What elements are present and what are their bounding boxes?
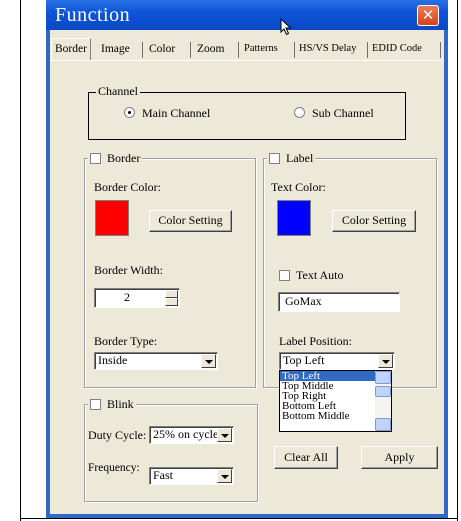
tab-zoom[interactable]: Zoom [197, 40, 224, 59]
duty-cycle-label: Duty Cycle: [88, 428, 147, 442]
border-type-select[interactable]: Inside [94, 352, 218, 370]
page-border-left [20, 0, 21, 521]
main-channel-option[interactable]: Main Channel [124, 106, 210, 120]
tab-separator [238, 42, 239, 58]
border-color-setting-button[interactable]: Color Setting [149, 210, 232, 232]
border-type-value: Inside [98, 353, 128, 367]
label-position-label: Label Position: [279, 334, 352, 348]
tab-underline [50, 60, 444, 61]
sub-channel-option[interactable]: Sub Channel [294, 106, 374, 120]
frequency-value: Fast [153, 468, 174, 482]
page-border-right [457, 0, 458, 521]
text-auto-checkbox[interactable] [279, 270, 290, 281]
border-color-swatch [95, 200, 129, 236]
text-auto-label: Text Auto [296, 268, 344, 282]
page-border-bottom [20, 518, 458, 519]
blink-group [84, 404, 258, 502]
label-checkbox[interactable] [269, 153, 280, 164]
border-color-label: Border Color: [94, 180, 161, 194]
chevron-down-icon[interactable] [378, 354, 393, 368]
dialog-client: Border Image Color Zoom Patterns HS/VS D… [50, 30, 444, 514]
label-position-value: Top Left [283, 353, 325, 367]
duty-cycle-value: 25% on cycle [153, 427, 219, 441]
border-type-label: Border Type: [94, 334, 158, 348]
frequency-select[interactable]: Fast [149, 467, 234, 485]
channel-legend: Channel [96, 84, 140, 98]
text-color-label: Text Color: [271, 180, 326, 194]
duty-cycle-select[interactable]: 25% on cycle [149, 426, 234, 444]
chevron-down-icon[interactable] [217, 469, 232, 483]
blink-legend[interactable]: Blink [88, 397, 136, 411]
tab-edid-code[interactable]: EDID Code [372, 40, 422, 59]
tab-color[interactable]: Color [149, 40, 175, 59]
label-text-value: GoMax [285, 294, 322, 308]
text-color-swatch [277, 200, 311, 236]
tab-border[interactable]: Border [51, 38, 91, 60]
border-checkbox[interactable] [90, 153, 101, 164]
tab-patterns[interactable]: Patterns [244, 40, 278, 59]
apply-button[interactable]: Apply [361, 446, 438, 469]
list-scrollbar[interactable] [375, 371, 391, 431]
label-legend-label: Label [286, 151, 314, 165]
clear-all-button[interactable]: Clear All [274, 446, 338, 469]
sub-channel-label: Sub Channel [312, 106, 374, 120]
sub-channel-radio[interactable] [294, 107, 305, 118]
border-width-value: 2 [124, 290, 130, 304]
tab-separator [440, 42, 441, 58]
chevron-down-icon[interactable] [217, 428, 232, 442]
border-width-label: Border Width: [94, 263, 163, 277]
scroll-thumb[interactable] [375, 386, 391, 397]
tab-separator [294, 42, 295, 58]
label-position-select[interactable]: Top Left [279, 352, 395, 370]
tab-image[interactable]: Image [101, 40, 130, 59]
tab-separator [142, 42, 143, 58]
tab-separator [367, 42, 368, 58]
tab-separator [190, 42, 191, 58]
label-color-setting-button[interactable]: Color Setting [332, 210, 416, 232]
text-auto-option[interactable]: Text Auto [279, 268, 344, 282]
tab-hs-vs-delay[interactable]: HS/VS Delay [299, 40, 356, 59]
window-title: Function [55, 4, 131, 26]
scroll-down-button[interactable] [375, 418, 391, 431]
border-width-down[interactable] [165, 298, 178, 306]
border-legend-label: Border [107, 151, 141, 165]
main-channel-label: Main Channel [142, 106, 211, 120]
label-text-input[interactable]: GoMax [278, 292, 400, 312]
chevron-down-icon[interactable] [201, 354, 216, 368]
blink-legend-label: Blink [107, 397, 134, 411]
label-legend[interactable]: Label [267, 151, 316, 165]
border-width-up[interactable] [165, 290, 178, 298]
mouse-cursor-icon [280, 18, 292, 36]
blink-checkbox[interactable] [90, 399, 101, 410]
close-button[interactable]: ✕ [417, 5, 439, 26]
scroll-up-button[interactable] [375, 371, 391, 384]
frequency-label: Frequency: [88, 462, 140, 474]
main-channel-radio[interactable] [124, 107, 135, 118]
border-legend[interactable]: Border [88, 151, 143, 165]
label-position-dropdown-list[interactable]: Top Left Top Middle Top Right Bottom Lef… [279, 370, 392, 432]
function-window: Function ✕ Border Image Color Zoom Patte… [46, 0, 448, 518]
title-bar[interactable]: Function ✕ [46, 0, 448, 30]
